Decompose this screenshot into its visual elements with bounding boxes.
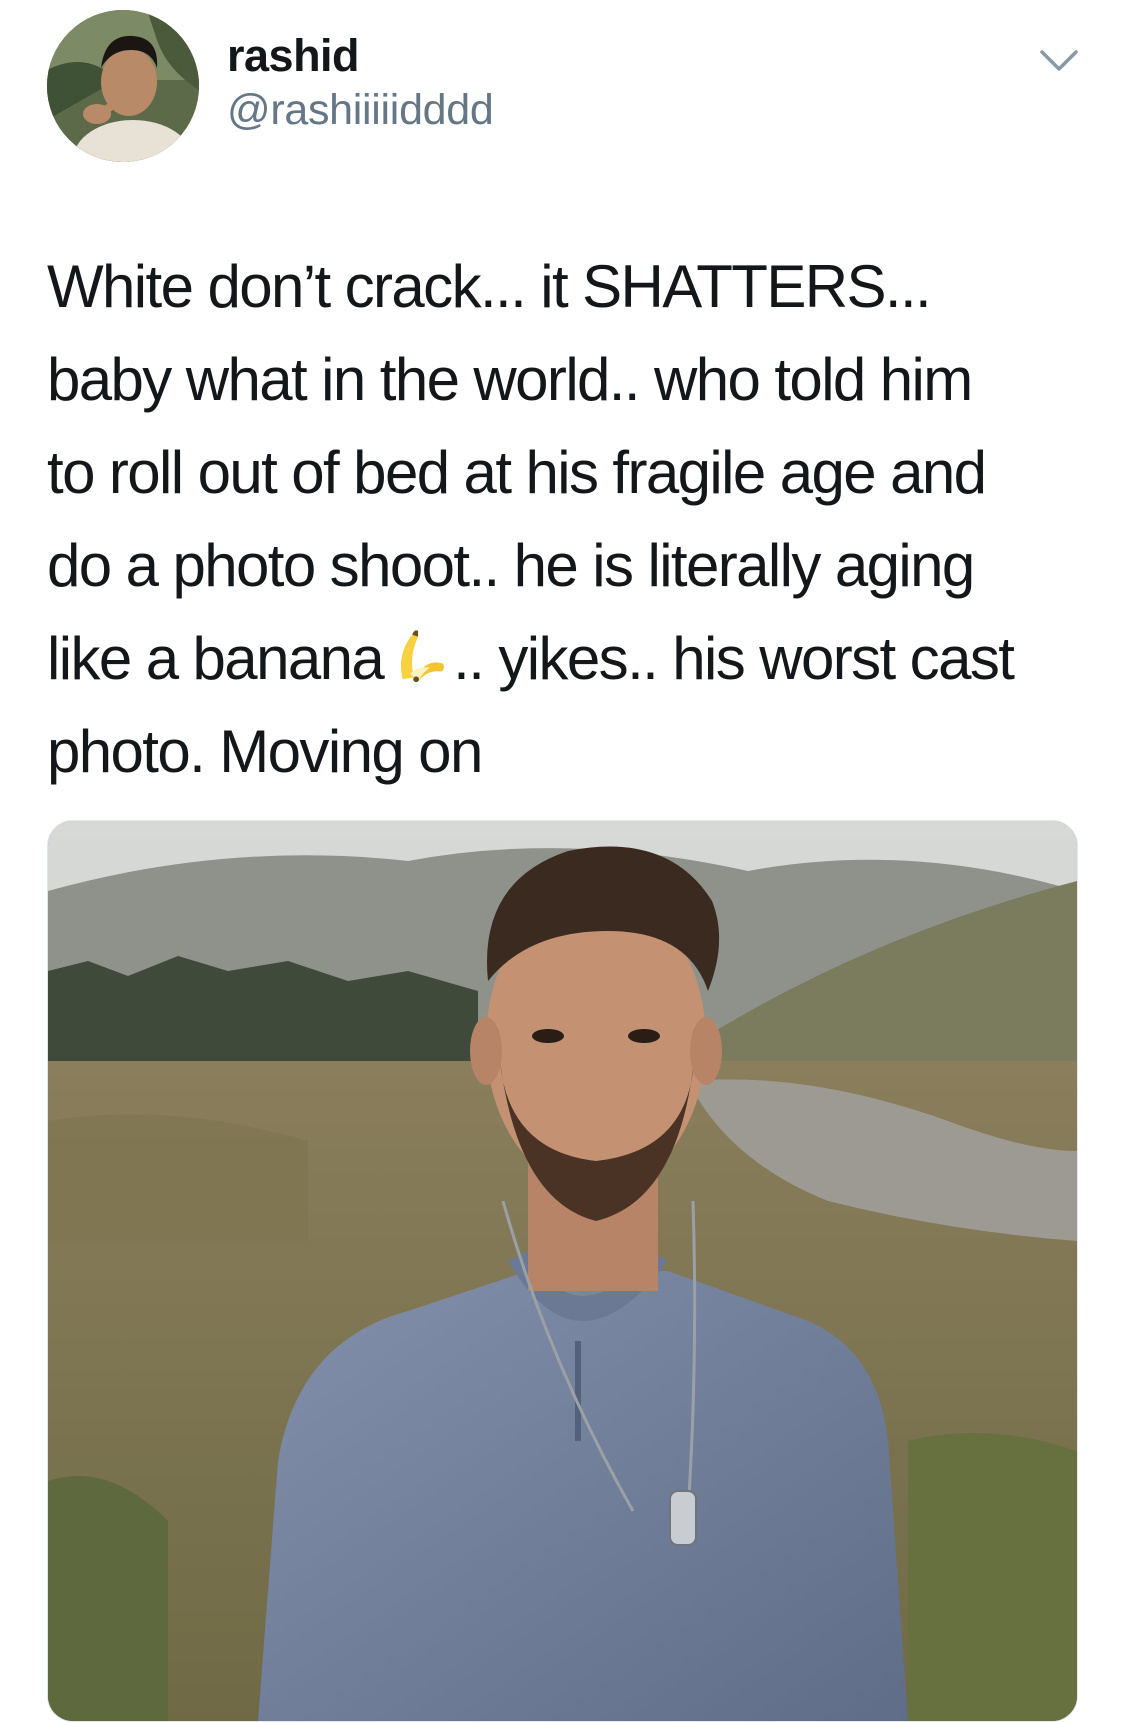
tweet: rashid @rashiiiiidddd White don’t crack.… xyxy=(0,0,1124,1722)
author-display-name[interactable]: rashid xyxy=(227,30,360,82)
chevron-down-icon[interactable] xyxy=(1038,46,1080,76)
banana-emoji-icon xyxy=(401,630,445,683)
tweet-text: White don’t crack... it SHATTERS... baby… xyxy=(47,240,1087,798)
avatar-image xyxy=(47,10,199,162)
tweet-text-line: baby what in the world.. who told him xyxy=(47,346,973,413)
author-avatar[interactable] xyxy=(47,10,199,162)
tweet-media-photo[interactable] xyxy=(47,820,1078,1722)
tweet-text-segment: like a banana xyxy=(47,625,385,692)
tweet-text-line: White don’t crack... it SHATTERS... xyxy=(47,253,932,320)
author-handle[interactable]: @rashiiiiidddd xyxy=(227,86,494,135)
tweet-text-line: do a photo shoot.. he is literally aging xyxy=(47,532,975,599)
tweet-text-line-with-emoji: like a banana .. yikes.. his worst cast xyxy=(47,612,1087,705)
tweet-text-line: photo. Moving on xyxy=(47,718,483,785)
tweet-text-line: to roll out of bed at his fragile age an… xyxy=(47,439,987,506)
photo-icon xyxy=(48,821,1077,1721)
tweet-text-segment: .. yikes.. his worst cast xyxy=(453,625,1015,692)
